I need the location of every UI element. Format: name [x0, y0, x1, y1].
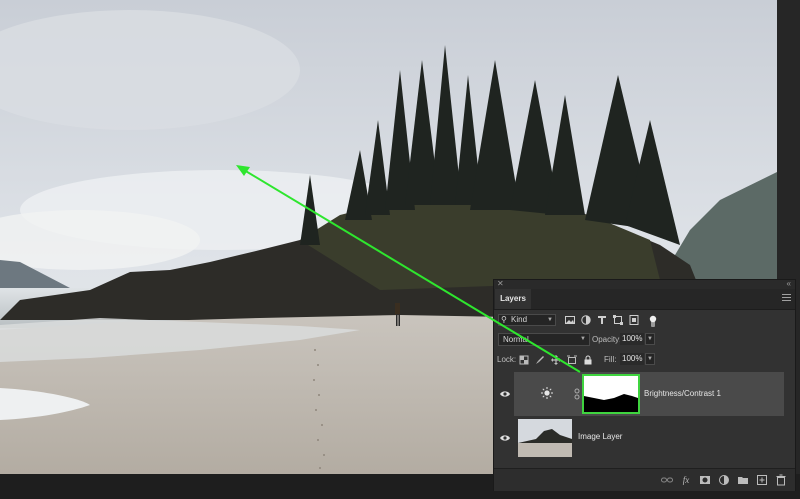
annotation-arrow: [236, 165, 581, 373]
